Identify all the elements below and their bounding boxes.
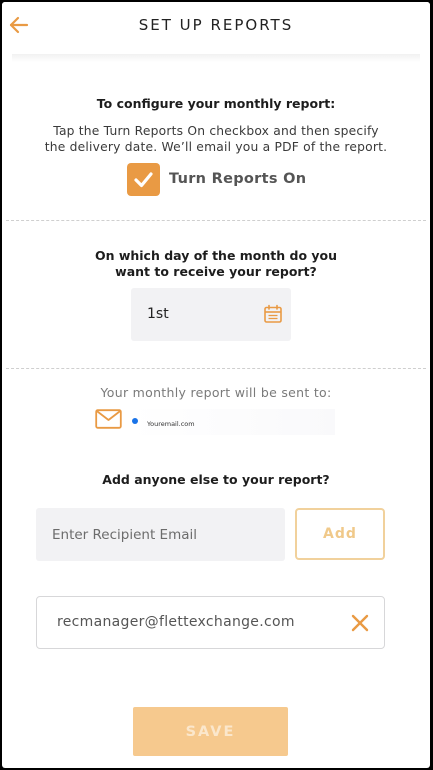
day-picker[interactable]: 1st <box>131 288 291 341</box>
email-status-dot <box>132 418 138 424</box>
save-button[interactable]: SAVE <box>133 707 288 756</box>
add-recipient-button[interactable]: Add <box>295 508 385 560</box>
recipient-email-input[interactable] <box>36 508 285 561</box>
section-divider <box>6 368 426 369</box>
turn-reports-on-checkbox[interactable] <box>127 163 160 196</box>
sent-to-label: Your monthly report will be sent to: <box>100 385 332 400</box>
configure-description-line: the delivery date. We’ll email you a PDF… <box>44 140 388 154</box>
user-email-row: Youremail.com <box>130 409 335 435</box>
turn-reports-on-label[interactable]: Turn Reports On <box>169 171 306 187</box>
section-divider <box>6 220 426 221</box>
add-recipients-heading: Add anyone else to your report? <box>102 472 330 487</box>
configure-description: Tap the Turn Reports On checkbox and the… <box>22 123 410 155</box>
recipient-email: recmanager@flettexchange.com <box>57 614 295 630</box>
checkmark-icon <box>134 172 153 188</box>
header-bar: SET UP REPORTS <box>2 2 430 54</box>
app-screen: SET UP REPORTS To configure your monthly… <box>2 2 430 768</box>
header-shadow <box>12 54 420 62</box>
day-picker-value: 1st <box>147 306 169 322</box>
configure-description-line: Tap the Turn Reports On checkbox and the… <box>53 124 379 138</box>
recipient-list-item: recmanager@flettexchange.com <box>36 596 385 649</box>
page-title: SET UP REPORTS <box>138 16 294 34</box>
user-email: Youremail.com <box>147 420 195 428</box>
day-question-line: On which day of the month do you <box>94 248 338 263</box>
close-icon[interactable] <box>350 613 370 633</box>
day-question-line: want to receive your report? <box>115 264 317 279</box>
configure-heading: To configure your monthly report: <box>96 96 336 111</box>
day-question: On which day of the month do you want to… <box>2 248 430 280</box>
calendar-icon[interactable] <box>263 304 283 324</box>
envelope-icon <box>95 409 122 429</box>
